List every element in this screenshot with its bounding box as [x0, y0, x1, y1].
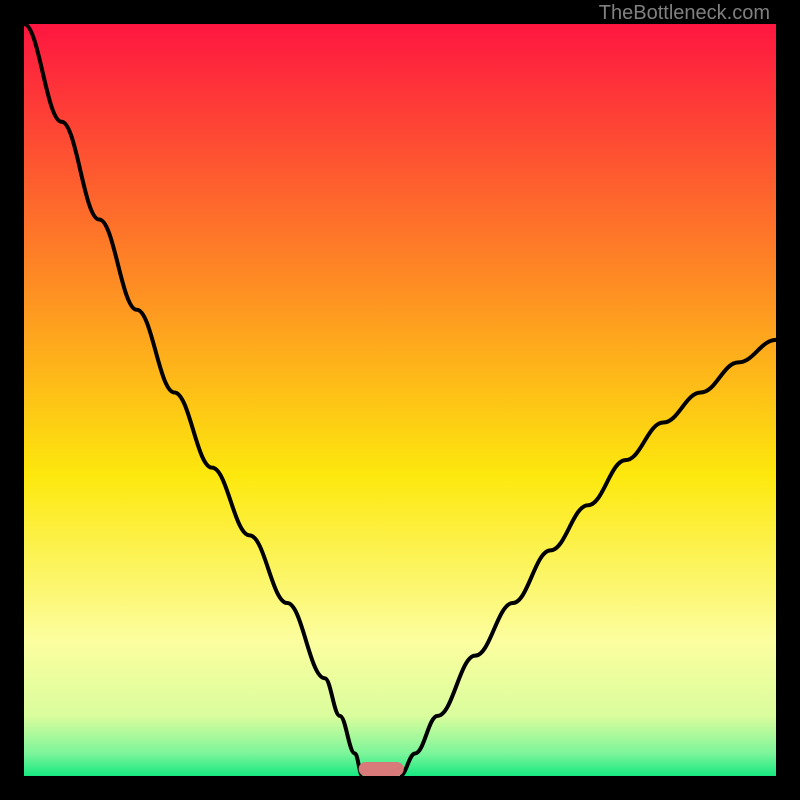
attribution-text: TheBottleneck.com — [599, 2, 770, 25]
chart-frame — [0, 0, 800, 800]
